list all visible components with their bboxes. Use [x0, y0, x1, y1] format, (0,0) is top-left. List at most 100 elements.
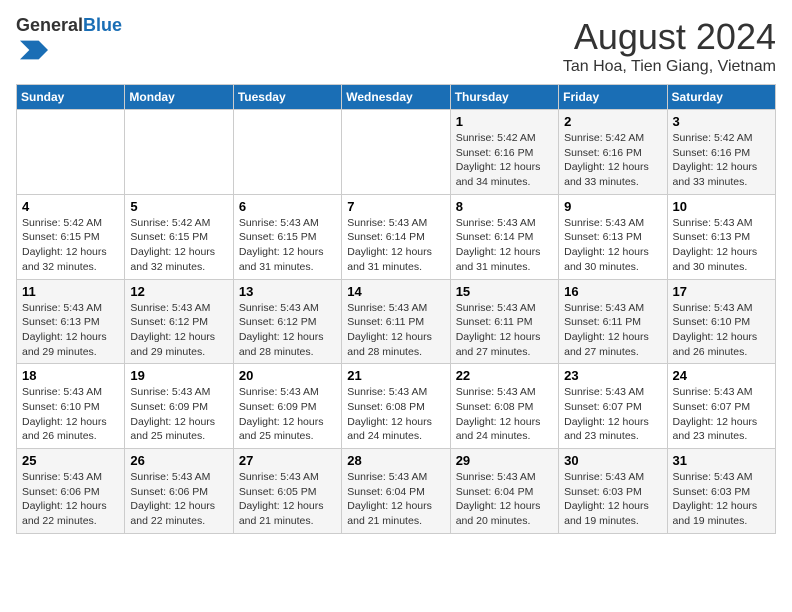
- weekday-row: SundayMondayTuesdayWednesdayThursdayFrid…: [17, 85, 776, 110]
- weekday-header-tuesday: Tuesday: [233, 85, 341, 110]
- calendar-cell: 21Sunrise: 5:43 AM Sunset: 6:08 PM Dayli…: [342, 364, 450, 449]
- week-row-4: 18Sunrise: 5:43 AM Sunset: 6:10 PM Dayli…: [17, 364, 776, 449]
- location-title: Tan Hoa, Tien Giang, Vietnam: [563, 58, 776, 76]
- day-info: Sunrise: 5:43 AM Sunset: 6:05 PM Dayligh…: [239, 470, 336, 529]
- day-number: 9: [564, 199, 661, 214]
- day-number: 5: [130, 199, 227, 214]
- day-info: Sunrise: 5:43 AM Sunset: 6:13 PM Dayligh…: [564, 216, 661, 275]
- calendar-cell: [125, 110, 233, 195]
- logo: GeneralBlue: [16, 16, 122, 69]
- day-info: Sunrise: 5:43 AM Sunset: 6:04 PM Dayligh…: [347, 470, 444, 529]
- calendar-cell: 17 Sunrise: 5:43 AM Sunset: 6:10 PM Dayli…: [667, 279, 775, 364]
- week-row-3: 11 Sunrise: 5:43 AM Sunset: 6:13 PM Dayli…: [17, 279, 776, 364]
- day-number: 21: [347, 368, 444, 383]
- calendar-cell: 5 Sunrise: 5:42 AM Sunset: 6:15 PM Daylig…: [125, 194, 233, 279]
- weekday-header-friday: Friday: [559, 85, 667, 110]
- day-number: 6: [239, 199, 336, 214]
- day-info: Sunrise: 5:43 AM Sunset: 6:09 PM Dayligh…: [239, 385, 336, 444]
- day-number: 3: [673, 114, 770, 129]
- day-info: Sunrise: 5:43 AM Sunset: 6:13 PM Dayligh…: [673, 216, 770, 275]
- day-number: 8: [456, 199, 553, 214]
- day-number: 19: [130, 368, 227, 383]
- day-number: 14: [347, 284, 444, 299]
- day-info: Sunrise: 5:43 AM Sunset: 6:08 PM Dayligh…: [456, 385, 553, 444]
- calendar-cell: 18Sunrise: 5:43 AM Sunset: 6:10 PM Dayli…: [17, 364, 125, 449]
- calendar-cell: 11 Sunrise: 5:43 AM Sunset: 6:13 PM Dayli…: [17, 279, 125, 364]
- calendar-cell: 4Sunrise: 5:42 AM Sunset: 6:15 PM Daylig…: [17, 194, 125, 279]
- day-number: 11: [22, 284, 119, 299]
- day-number: 31: [673, 453, 770, 468]
- day-info: Sunrise: 5:43 AM Sunset: 6:11 PM Dayligh…: [347, 301, 444, 360]
- day-number: 10: [673, 199, 770, 214]
- day-info: Sunrise: 5:43 AM Sunset: 6:07 PM Dayligh…: [673, 385, 770, 444]
- week-row-1: 1 Sunrise: 5:42 AM Sunset: 6:16 PM Daylig…: [17, 110, 776, 195]
- calendar-cell: 31 Sunrise: 5:43 AM Sunset: 6:03 PM Dayli…: [667, 449, 775, 534]
- calendar-cell: 10 Sunrise: 5:43 AM Sunset: 6:13 PM Dayli…: [667, 194, 775, 279]
- day-info: Sunrise: 5:43 AM Sunset: 6:11 PM Dayligh…: [456, 301, 553, 360]
- day-number: 17: [673, 284, 770, 299]
- calendar-cell: 16 Sunrise: 5:43 AM Sunset: 6:11 PM Dayli…: [559, 279, 667, 364]
- day-info: Sunrise: 5:43 AM Sunset: 6:14 PM Dayligh…: [347, 216, 444, 275]
- day-info: Sunrise: 5:42 AM Sunset: 6:16 PM Dayligh…: [456, 131, 553, 190]
- day-number: 30: [564, 453, 661, 468]
- day-number: 29: [456, 453, 553, 468]
- calendar-cell: 9 Sunrise: 5:43 AM Sunset: 6:13 PM Daylig…: [559, 194, 667, 279]
- page-header: GeneralBlue August 2024 Tan Hoa, Tien Gi…: [16, 16, 776, 76]
- day-number: 26: [130, 453, 227, 468]
- calendar-cell: [233, 110, 341, 195]
- logo-blue-text: Blue: [83, 15, 122, 35]
- day-number: 15: [456, 284, 553, 299]
- day-info: Sunrise: 5:43 AM Sunset: 6:03 PM Dayligh…: [673, 470, 770, 529]
- day-info: Sunrise: 5:43 AM Sunset: 6:09 PM Dayligh…: [130, 385, 227, 444]
- day-number: 7: [347, 199, 444, 214]
- day-info: Sunrise: 5:42 AM Sunset: 6:16 PM Dayligh…: [673, 131, 770, 190]
- day-info: Sunrise: 5:42 AM Sunset: 6:16 PM Dayligh…: [564, 131, 661, 190]
- day-info: Sunrise: 5:43 AM Sunset: 6:14 PM Dayligh…: [456, 216, 553, 275]
- day-number: 4: [22, 199, 119, 214]
- weekday-header-saturday: Saturday: [667, 85, 775, 110]
- logo-general-text: General: [16, 15, 83, 35]
- calendar-cell: 20 Sunrise: 5:43 AM Sunset: 6:09 PM Dayli…: [233, 364, 341, 449]
- calendar-cell: 28 Sunrise: 5:43 AM Sunset: 6:04 PM Dayli…: [342, 449, 450, 534]
- calendar-cell: 19 Sunrise: 5:43 AM Sunset: 6:09 PM Dayli…: [125, 364, 233, 449]
- title-area: August 2024 Tan Hoa, Tien Giang, Vietnam: [563, 16, 776, 76]
- month-title: August 2024: [563, 16, 776, 58]
- weekday-header-thursday: Thursday: [450, 85, 558, 110]
- day-info: Sunrise: 5:43 AM Sunset: 6:03 PM Dayligh…: [564, 470, 661, 529]
- calendar-cell: 15 Sunrise: 5:43 AM Sunset: 6:11 PM Dayli…: [450, 279, 558, 364]
- day-info: Sunrise: 5:42 AM Sunset: 6:15 PM Dayligh…: [130, 216, 227, 275]
- day-number: 23: [564, 368, 661, 383]
- weekday-header-wednesday: Wednesday: [342, 85, 450, 110]
- day-number: 2: [564, 114, 661, 129]
- day-number: 25: [22, 453, 119, 468]
- calendar-cell: 24Sunrise: 5:43 AM Sunset: 6:07 PM Dayli…: [667, 364, 775, 449]
- day-number: 13: [239, 284, 336, 299]
- calendar-cell: [342, 110, 450, 195]
- day-info: Sunrise: 5:43 AM Sunset: 6:12 PM Dayligh…: [239, 301, 336, 360]
- calendar-body: 1 Sunrise: 5:42 AM Sunset: 6:16 PM Daylig…: [17, 110, 776, 534]
- day-number: 1: [456, 114, 553, 129]
- day-info: Sunrise: 5:43 AM Sunset: 6:11 PM Dayligh…: [564, 301, 661, 360]
- calendar-cell: 6Sunrise: 5:43 AM Sunset: 6:15 PM Daylig…: [233, 194, 341, 279]
- day-info: Sunrise: 5:43 AM Sunset: 6:13 PM Dayligh…: [22, 301, 119, 360]
- logo-icon: [20, 36, 48, 64]
- calendar-cell: 2 Sunrise: 5:42 AM Sunset: 6:16 PM Daylig…: [559, 110, 667, 195]
- day-number: 28: [347, 453, 444, 468]
- calendar-cell: 25Sunrise: 5:43 AM Sunset: 6:06 PM Dayli…: [17, 449, 125, 534]
- calendar-cell: 13 Sunrise: 5:43 AM Sunset: 6:12 PM Dayli…: [233, 279, 341, 364]
- calendar-cell: 8 Sunrise: 5:43 AM Sunset: 6:14 PM Daylig…: [450, 194, 558, 279]
- day-number: 20: [239, 368, 336, 383]
- day-number: 18: [22, 368, 119, 383]
- calendar-cell: [17, 110, 125, 195]
- day-info: Sunrise: 5:43 AM Sunset: 6:07 PM Dayligh…: [564, 385, 661, 444]
- day-info: Sunrise: 5:43 AM Sunset: 6:10 PM Dayligh…: [673, 301, 770, 360]
- week-row-5: 25Sunrise: 5:43 AM Sunset: 6:06 PM Dayli…: [17, 449, 776, 534]
- calendar-cell: 7 Sunrise: 5:43 AM Sunset: 6:14 PM Daylig…: [342, 194, 450, 279]
- calendar-cell: 30 Sunrise: 5:43 AM Sunset: 6:03 PM Dayli…: [559, 449, 667, 534]
- calendar-cell: 26Sunrise: 5:43 AM Sunset: 6:06 PM Dayli…: [125, 449, 233, 534]
- day-info: Sunrise: 5:43 AM Sunset: 6:04 PM Dayligh…: [456, 470, 553, 529]
- weekday-header-sunday: Sunday: [17, 85, 125, 110]
- weekday-header-monday: Monday: [125, 85, 233, 110]
- day-number: 16: [564, 284, 661, 299]
- calendar-table: SundayMondayTuesdayWednesdayThursdayFrid…: [16, 84, 776, 534]
